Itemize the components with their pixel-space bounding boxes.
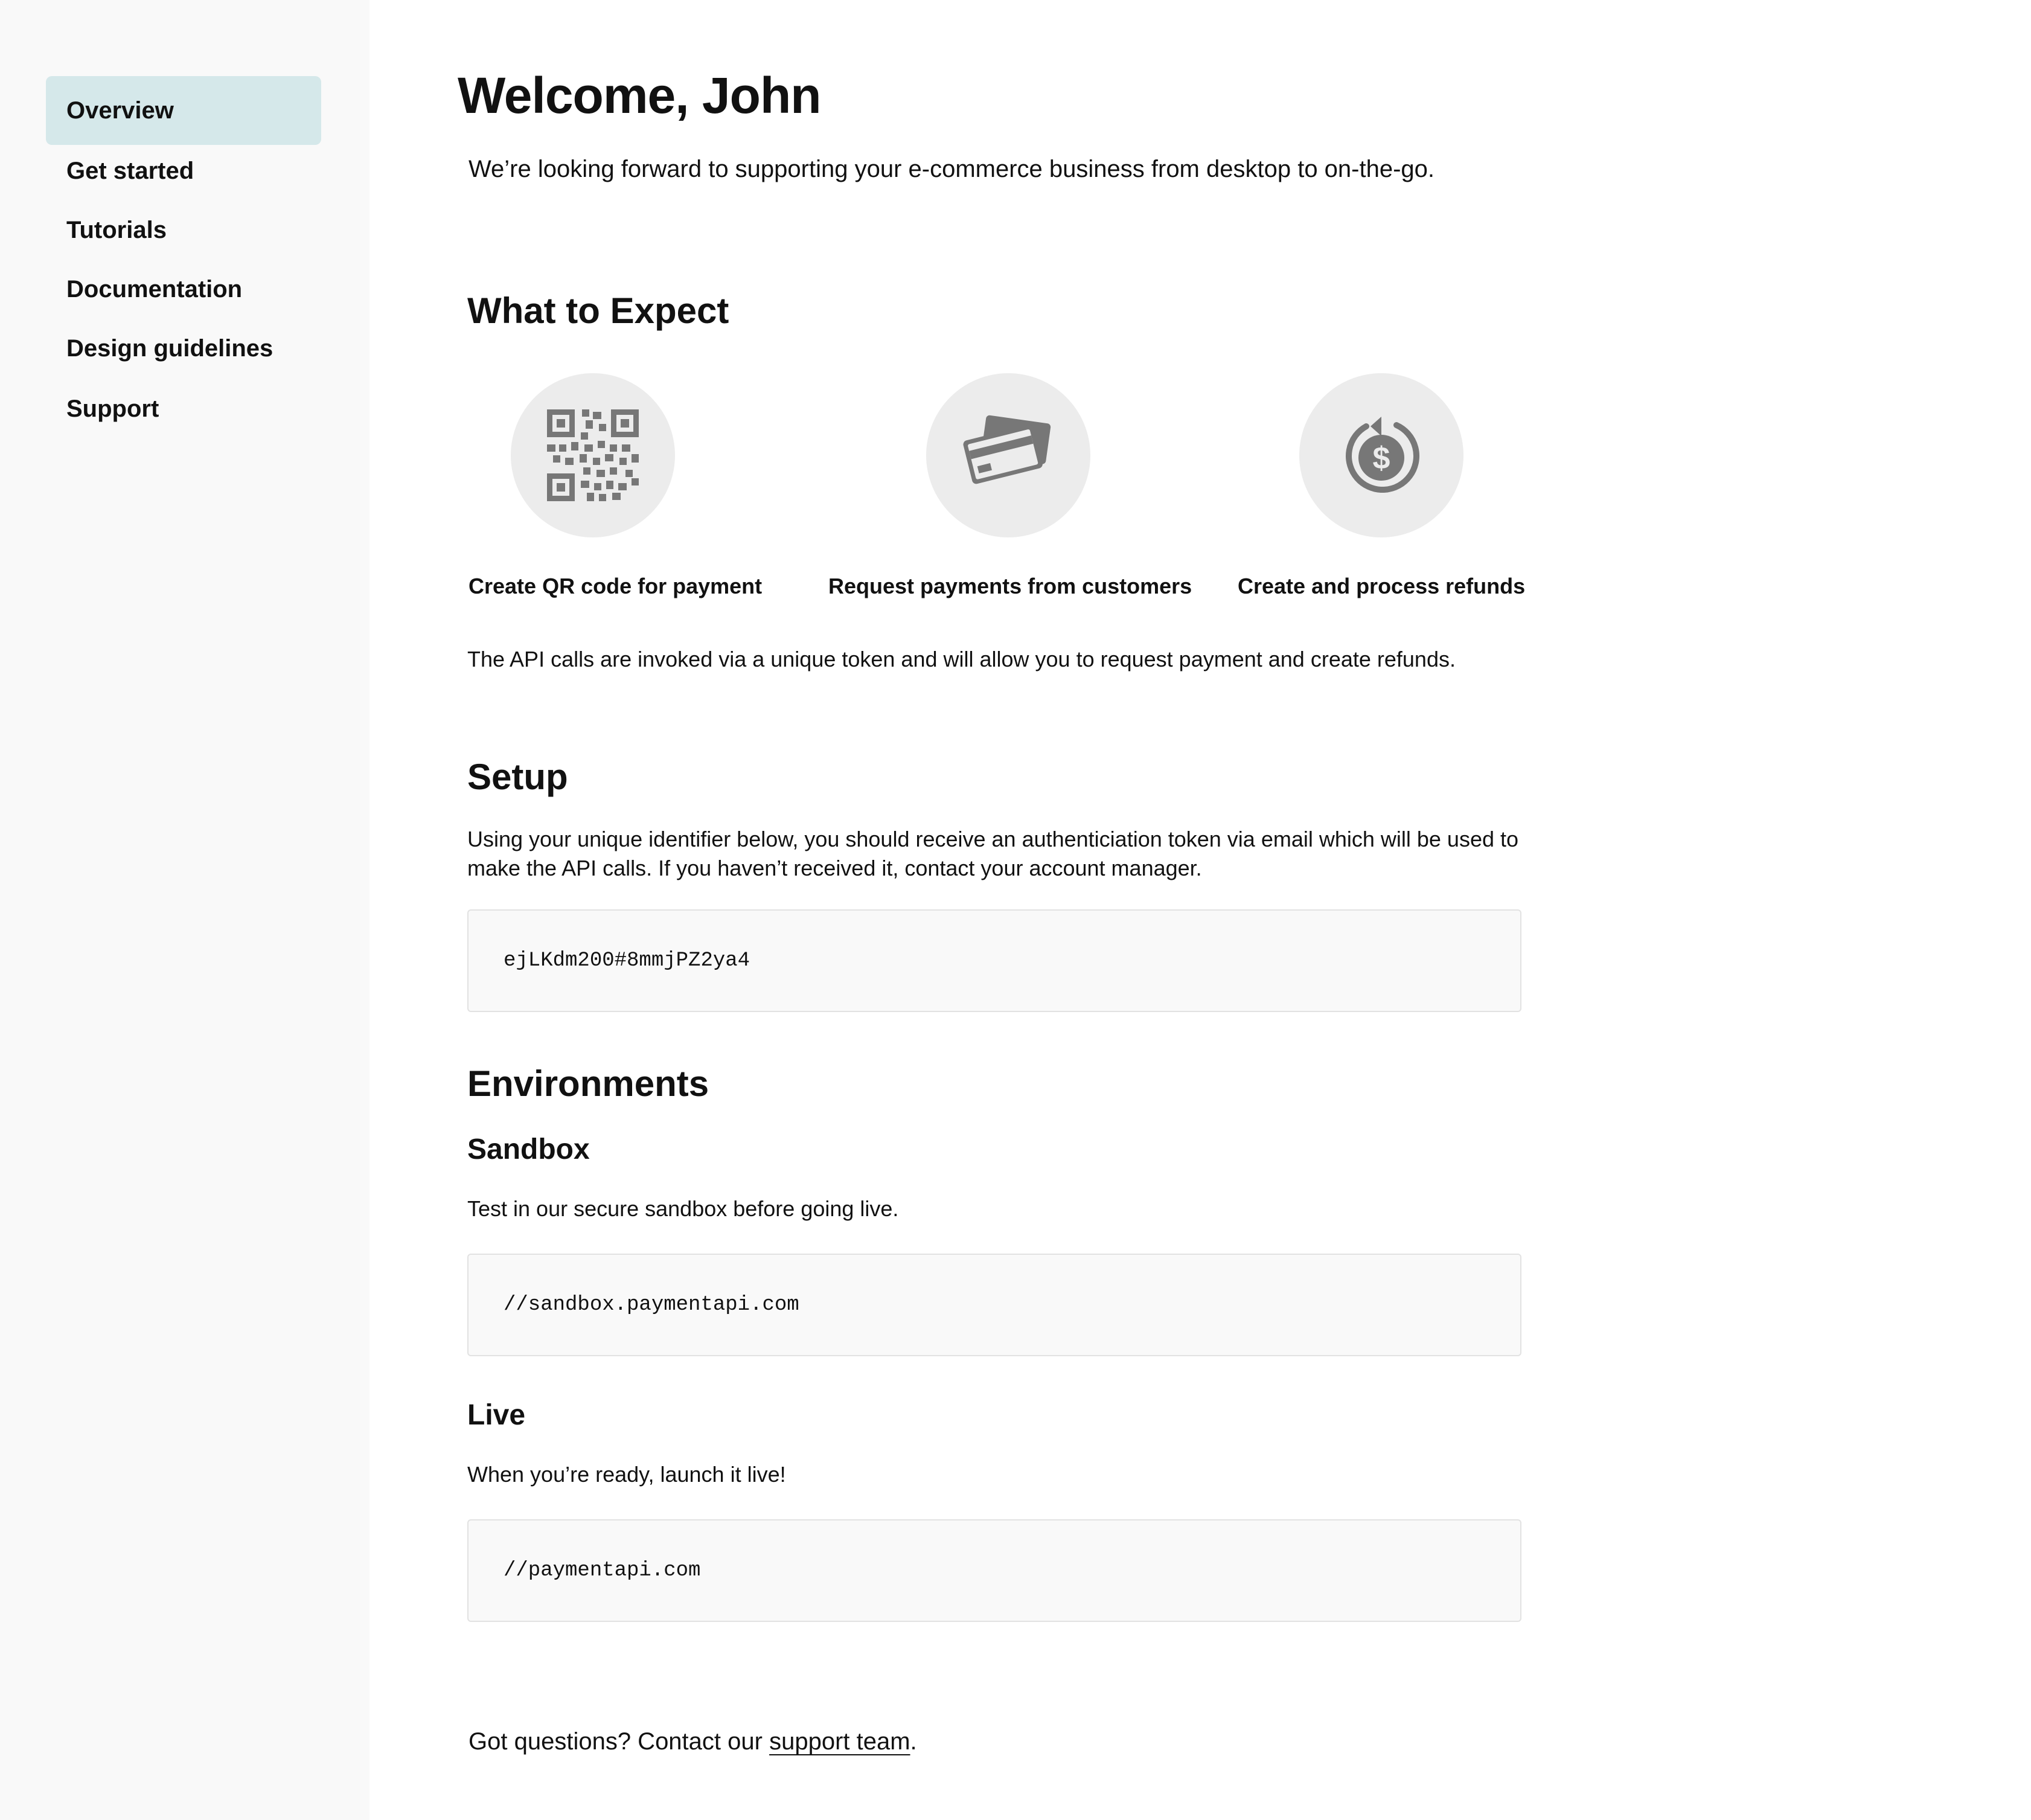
live-url[interactable]: //paymentapi.com (504, 1559, 700, 1582)
live-heading: Live (467, 1399, 526, 1431)
environments-heading: Environments (467, 1063, 709, 1104)
identifier-code-box[interactable]: ejLKdm200#8mmjPZ2ya4 (467, 909, 1521, 1012)
qr-code-icon (547, 409, 639, 501)
svg-text:$: $ (1373, 441, 1390, 476)
footer-contact: Got questions? Contact our support team. (469, 1728, 917, 1755)
setup-text-line1: Using your unique identifier below, you … (467, 827, 1519, 851)
setup-heading: Setup (467, 757, 568, 797)
sandbox-url[interactable]: //sandbox.paymentapi.com (504, 1293, 799, 1316)
feature-label-refunds: Create and process refunds (1238, 574, 1526, 598)
cards-feature-circle (926, 373, 1090, 537)
feature-label-qr: Create QR code for payment (469, 574, 763, 598)
credit-cards-icon (963, 415, 1051, 484)
api-note: The API calls are invoked via a unique t… (467, 647, 1456, 671)
main-content: Welcome, John We’re looking forward to s… (0, 0, 2031, 1820)
what-to-expect-heading: What to Expect (467, 290, 729, 331)
page-title: Welcome, John (458, 67, 822, 124)
qr-code-feature-circle (511, 373, 675, 537)
identifier-value[interactable]: ejLKdm200#8mmjPZ2ya4 (504, 949, 750, 972)
refund-feature-circle: $ (1299, 373, 1463, 537)
sandbox-url-box[interactable]: //sandbox.paymentapi.com (467, 1254, 1521, 1356)
footer-text-after: . (910, 1728, 917, 1755)
sandbox-text: Test in our secure sandbox before going … (467, 1196, 899, 1221)
sandbox-heading: Sandbox (467, 1133, 590, 1165)
page-subtitle: We’re looking forward to supporting your… (469, 156, 1435, 182)
support-team-link[interactable]: support team (769, 1728, 910, 1755)
feature-label-request: Request payments from customers (828, 574, 1192, 598)
refund-dollar-icon: $ (1346, 417, 1419, 493)
setup-text-line2: make the API calls. If you haven’t recei… (467, 856, 1202, 880)
live-text: When you’re ready, launch it live! (467, 1462, 786, 1487)
footer-text-before: Got questions? Contact our (469, 1728, 770, 1755)
live-url-box[interactable]: //paymentapi.com (467, 1519, 1521, 1622)
